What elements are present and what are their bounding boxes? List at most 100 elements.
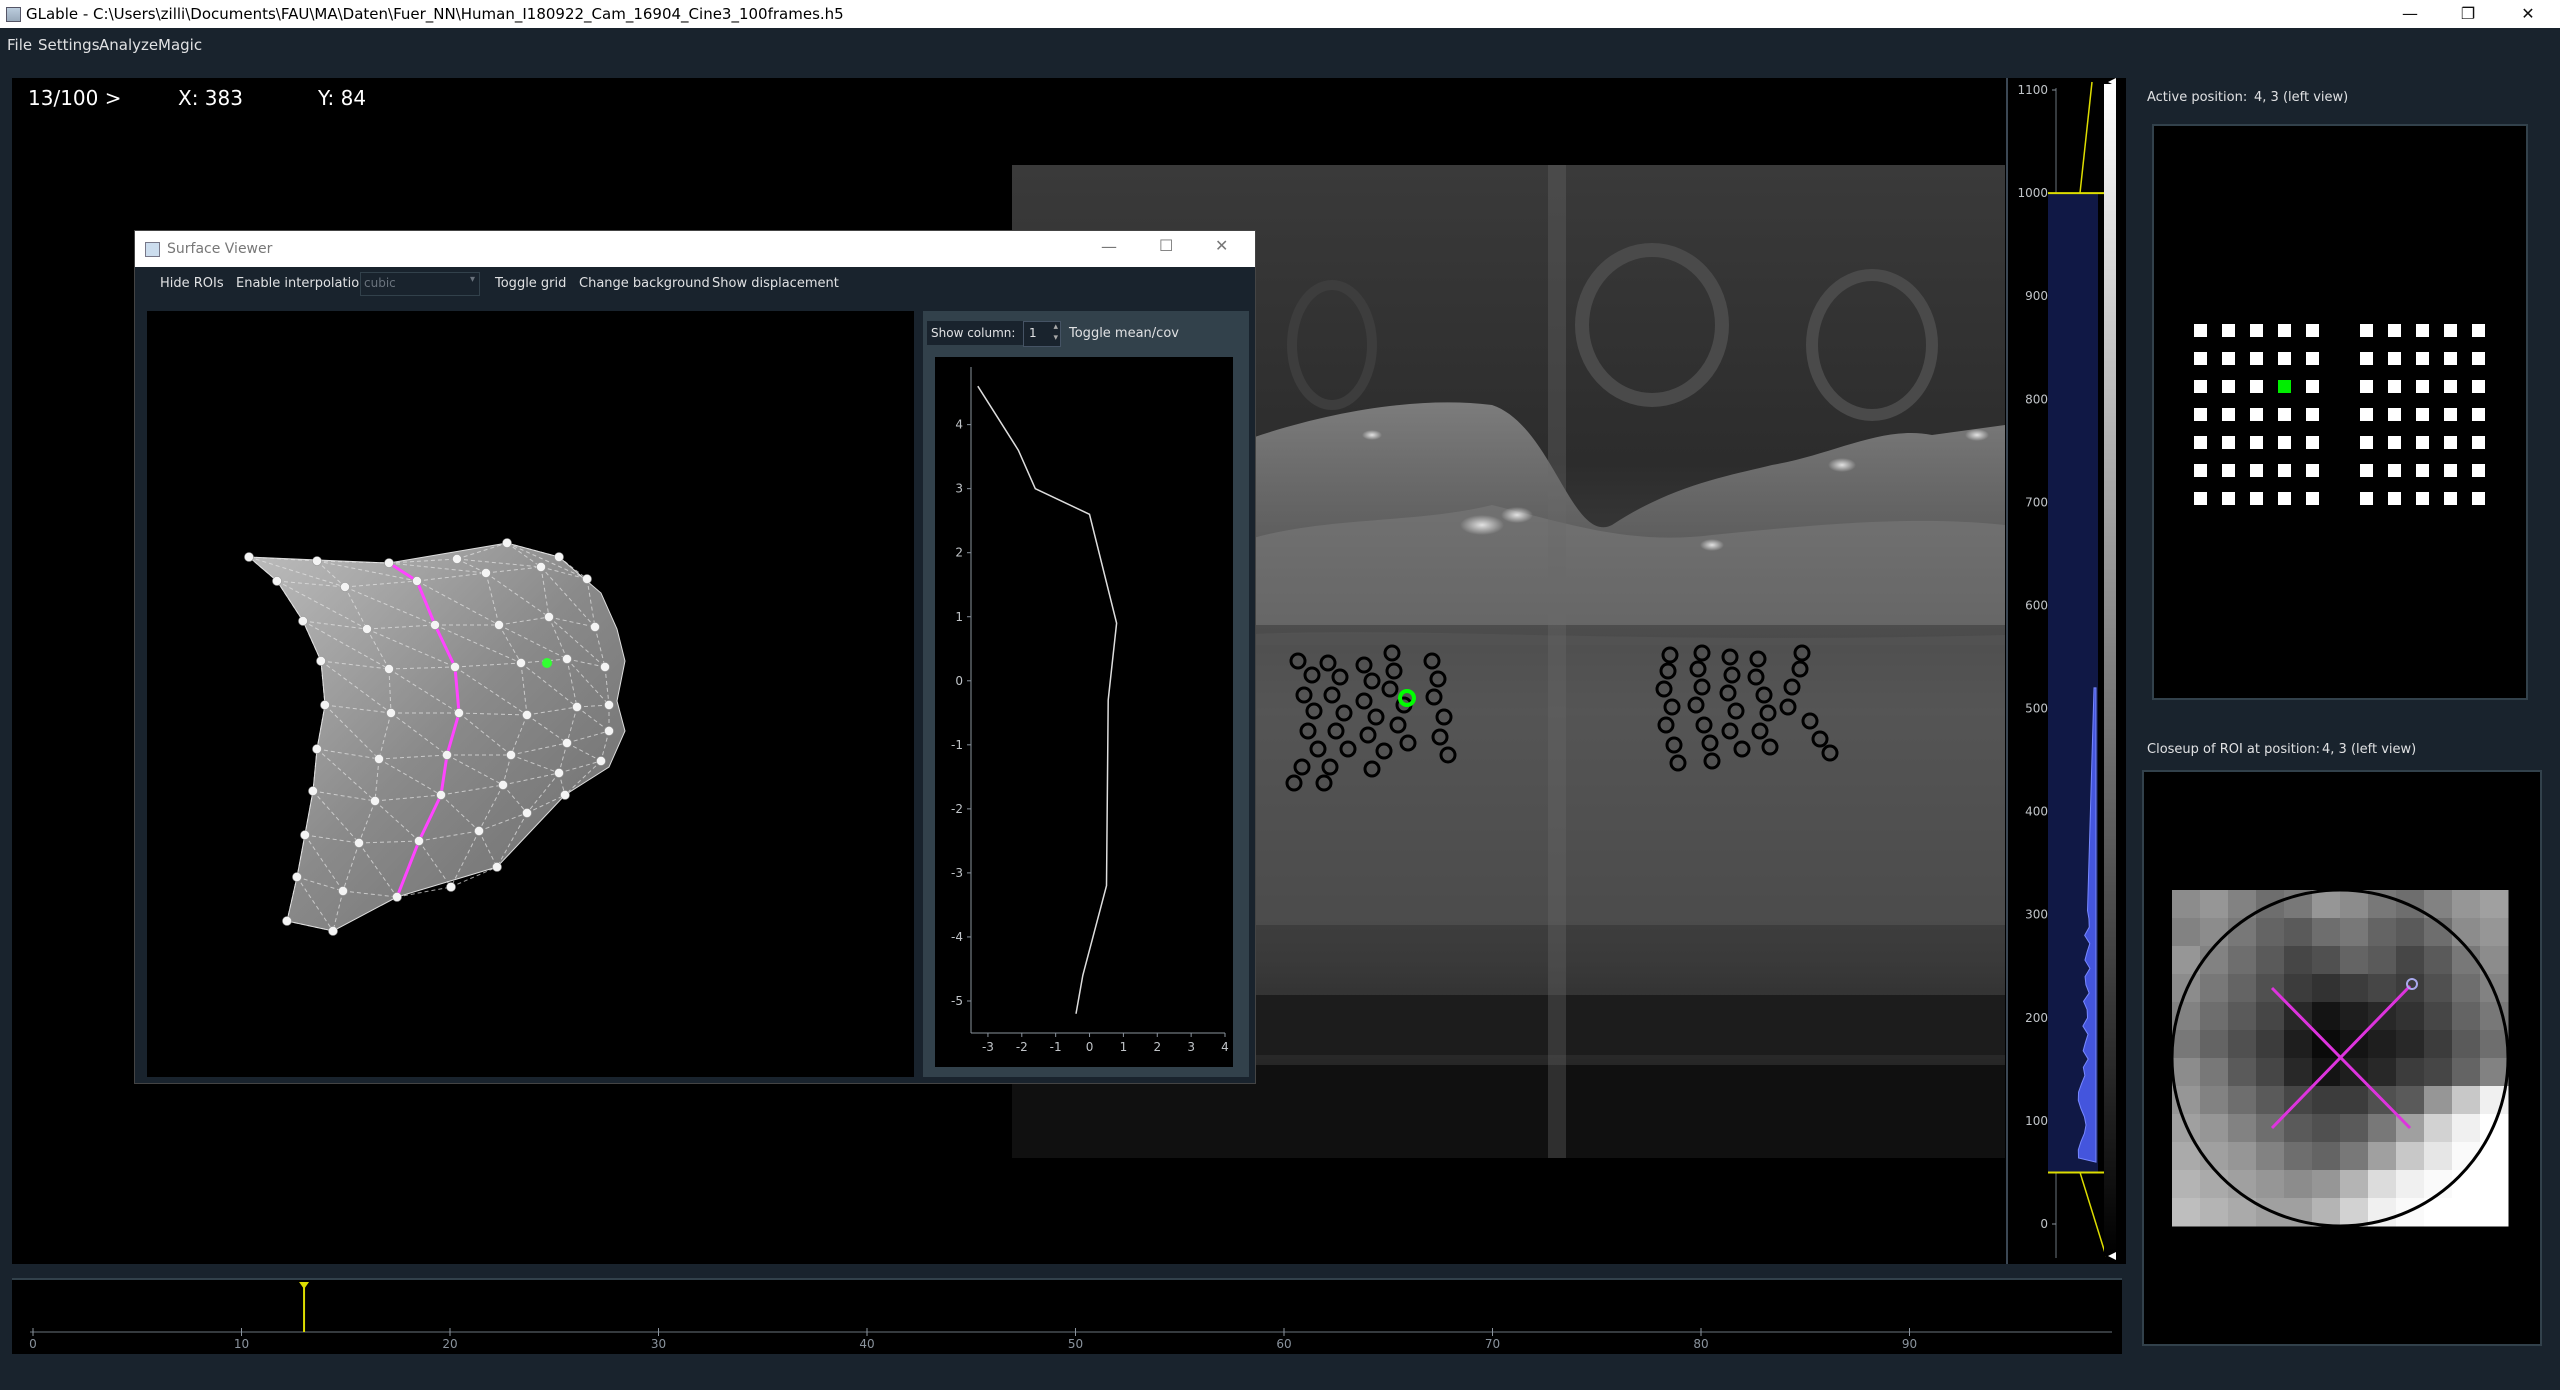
spin-down-icon[interactable]: ▾ [1053, 333, 1058, 343]
mesh-node[interactable] [604, 726, 614, 736]
mesh-node[interactable] [582, 574, 592, 584]
mesh-node[interactable] [596, 756, 606, 766]
column-profile-plot[interactable]: 4 3 2 1 0 -1 -2 -3 -4 -5 -3 -2 -1 0 1 2 3 4 [935, 357, 1233, 1067]
show-displacement-button[interactable]: Show displacement [712, 276, 839, 291]
grid-cell[interactable] [2306, 408, 2319, 421]
mesh-node[interactable] [338, 886, 348, 896]
minimize-button[interactable]: — [2382, 0, 2438, 28]
grid-cell[interactable] [2250, 352, 2263, 365]
mesh-node[interactable] [536, 562, 546, 572]
mesh-node[interactable] [282, 916, 292, 926]
mesh-node[interactable] [442, 750, 452, 760]
mesh-node[interactable] [414, 836, 424, 846]
mesh-node[interactable] [522, 710, 532, 720]
grid-cell[interactable] [2306, 352, 2319, 365]
mesh-node[interactable] [446, 882, 456, 892]
grid-cell[interactable] [2444, 464, 2457, 477]
mesh-node[interactable] [312, 744, 322, 754]
hide-rois-button[interactable]: Hide ROIs [160, 276, 224, 291]
grid-cell[interactable] [2360, 352, 2373, 365]
grid-cell[interactable] [2250, 436, 2263, 449]
grid-cell[interactable] [2306, 436, 2319, 449]
grid-cell[interactable] [2360, 324, 2373, 337]
grid-cell[interactable] [2278, 492, 2291, 505]
grid-cell[interactable] [2222, 436, 2235, 449]
grid-cell[interactable] [2416, 408, 2429, 421]
grid-cell[interactable] [2360, 436, 2373, 449]
mesh-node[interactable] [370, 796, 380, 806]
mesh-node[interactable] [492, 862, 502, 872]
grid-cell[interactable] [2306, 380, 2319, 393]
grid-cell[interactable] [2444, 408, 2457, 421]
grid-cell[interactable] [2444, 352, 2457, 365]
mesh-node[interactable] [481, 568, 491, 578]
grid-cell[interactable] [2194, 324, 2207, 337]
mesh-node[interactable] [374, 754, 384, 764]
grid-cell[interactable] [2472, 408, 2485, 421]
grid-cell[interactable] [2194, 352, 2207, 365]
grid-cell[interactable] [2472, 352, 2485, 365]
active-mesh-node[interactable] [542, 658, 552, 668]
grid-cell[interactable] [2306, 324, 2319, 337]
mesh-node[interactable] [436, 790, 446, 800]
grid-cell[interactable] [2222, 352, 2235, 365]
mesh-node[interactable] [312, 556, 322, 566]
grid-cell[interactable] [2388, 324, 2401, 337]
profile-chart[interactable]: 4 3 2 1 0 -1 -2 -3 -4 -5 -3 -2 -1 0 1 2 3 4 [935, 357, 1233, 1067]
menu-settings[interactable]: Settings [38, 36, 100, 54]
mesh-node[interactable] [516, 658, 526, 668]
close-button[interactable]: ✕ [2500, 0, 2556, 28]
histogram-plot[interactable]: 110010009008007006005004003002001000 [2008, 78, 2126, 1264]
mesh-node[interactable] [454, 708, 464, 718]
grid-cell[interactable] [2416, 436, 2429, 449]
sv-close-button[interactable]: ✕ [1215, 236, 1228, 255]
grid-cell[interactable] [2250, 492, 2263, 505]
enable-interpolation-button[interactable]: Enable interpolation [236, 276, 367, 291]
mesh-node[interactable] [392, 892, 402, 902]
grid-cell[interactable] [2222, 464, 2235, 477]
grid-cell[interactable] [2416, 492, 2429, 505]
grid-cell[interactable] [2250, 324, 2263, 337]
grid-cell[interactable] [2388, 408, 2401, 421]
grid-cell[interactable] [2388, 464, 2401, 477]
roi-closeup-view[interactable] [2142, 770, 2542, 1346]
grid-cell[interactable] [2360, 492, 2373, 505]
mesh-node[interactable] [362, 624, 372, 634]
mesh-node[interactable] [554, 552, 564, 562]
active-grid-cell[interactable] [2278, 380, 2291, 393]
mesh-node[interactable] [494, 620, 504, 630]
mesh-node[interactable] [340, 582, 350, 592]
grid-cell[interactable] [2416, 464, 2429, 477]
grid-cell[interactable] [2194, 492, 2207, 505]
grid-cell[interactable] [2194, 408, 2207, 421]
menu-magic[interactable]: Magic [158, 36, 202, 54]
mesh-node[interactable] [244, 552, 254, 562]
sv-maximize-button[interactable]: ☐ [1159, 236, 1173, 255]
mesh-node[interactable] [316, 656, 326, 666]
grid-cell[interactable] [2472, 492, 2485, 505]
mesh-node[interactable] [272, 576, 282, 586]
grid-cell[interactable] [2194, 436, 2207, 449]
grid-cell[interactable] [2360, 408, 2373, 421]
grid-cell[interactable] [2250, 464, 2263, 477]
grid-cell[interactable] [2222, 492, 2235, 505]
mesh-node[interactable] [554, 768, 564, 778]
mesh-node[interactable] [320, 700, 330, 710]
mesh-node[interactable] [600, 662, 610, 672]
sv-minimize-button[interactable]: — [1101, 237, 1117, 256]
timeline-frame-marker[interactable] [299, 1282, 310, 1332]
grid-cell[interactable] [2278, 352, 2291, 365]
mesh-node[interactable] [604, 700, 614, 710]
mesh-node[interactable] [386, 708, 396, 718]
grid-cell[interactable] [2472, 436, 2485, 449]
roi-grid-view[interactable] [2152, 124, 2528, 700]
grid-cell[interactable] [2444, 492, 2457, 505]
mesh-node[interactable] [300, 830, 310, 840]
mesh-node[interactable] [452, 554, 462, 564]
mesh-node[interactable] [498, 780, 508, 790]
toggle-mean-cov-button[interactable]: Toggle mean/cov [1069, 326, 1179, 341]
timeline-marker-handle[interactable] [299, 1282, 310, 1289]
mesh-node[interactable] [308, 786, 318, 796]
mesh-node[interactable] [522, 808, 532, 818]
grid-cell[interactable] [2250, 380, 2263, 393]
